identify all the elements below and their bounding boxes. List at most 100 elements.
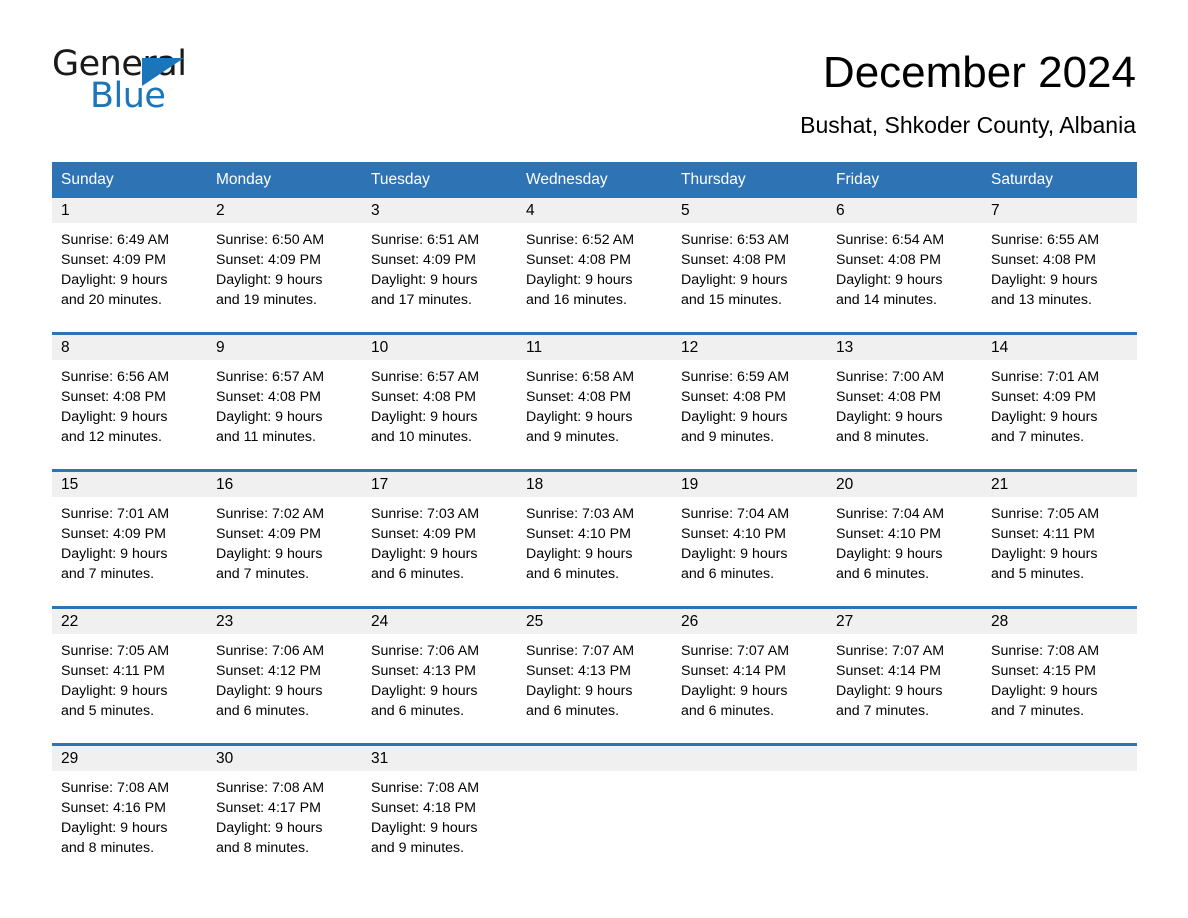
sunset-text: Sunset: 4:08 PM bbox=[836, 389, 941, 405]
calendar-day-cell[interactable]: 22 Sunrise: 7:05 AM Sunset: 4:11 PM Dayligh… bbox=[52, 609, 207, 731]
sunrise-text: Sunrise: 6:54 AM bbox=[836, 232, 945, 248]
daylight-text-line2: and 6 minutes. bbox=[526, 566, 620, 582]
calendar-day-cell[interactable]: 23 Sunrise: 7:06 AM Sunset: 4:12 PM Dayligh… bbox=[207, 609, 362, 731]
day-number-band: 21 bbox=[982, 472, 1137, 497]
day-number: 28 bbox=[991, 613, 1009, 630]
calendar-day-cell[interactable]: 3 Sunrise: 6:51 AM Sunset: 4:09 PM Daylight… bbox=[362, 198, 517, 320]
calendar-day-cell[interactable]: 28 Sunrise: 7:08 AM Sunset: 4:15 PM Dayligh… bbox=[982, 609, 1137, 731]
weekday-header-thursday: Thursday bbox=[681, 171, 746, 188]
sunrise-text: Sunrise: 7:01 AM bbox=[61, 506, 170, 522]
day-number-band: 23 bbox=[207, 609, 362, 634]
sunset-text: Sunset: 4:09 PM bbox=[991, 389, 1096, 405]
calendar-day-cell[interactable]: 9 Sunrise: 6:57 AM Sunset: 4:08 PM Daylight… bbox=[207, 335, 362, 457]
sunrise-text: Sunrise: 7:06 AM bbox=[216, 643, 325, 659]
calendar-day-cell[interactable]: 2 Sunrise: 6:50 AM Sunset: 4:09 PM Daylight… bbox=[207, 198, 362, 320]
sunrise-text: Sunrise: 6:52 AM bbox=[526, 232, 635, 248]
daylight-text-line2: and 20 minutes. bbox=[61, 292, 162, 308]
calendar-day-cell[interactable]: 26 Sunrise: 7:07 AM Sunset: 4:14 PM Dayligh… bbox=[672, 609, 827, 731]
day-details: Sunrise: 7:07 AM Sunset: 4:13 PM Daylight:… bbox=[517, 634, 672, 721]
sunset-text: Sunset: 4:08 PM bbox=[371, 389, 476, 405]
calendar-day-cell[interactable]: 25 Sunrise: 7:07 AM Sunset: 4:13 PM Dayligh… bbox=[517, 609, 672, 731]
calendar-day-cell[interactable]: 18 Sunrise: 7:03 AM Sunset: 4:10 PM Dayligh… bbox=[517, 472, 672, 594]
calendar-day-cell[interactable]: 30 Sunrise: 7:08 AM Sunset: 4:17 PM Dayligh… bbox=[207, 746, 362, 868]
calendar-day-cell[interactable]: 24 Sunrise: 7:06 AM Sunset: 4:13 PM Dayligh… bbox=[362, 609, 517, 731]
calendar-day-cell[interactable]: 6 Sunrise: 6:54 AM Sunset: 4:08 PM Daylight… bbox=[827, 198, 982, 320]
daylight-text-line2: and 9 minutes. bbox=[526, 429, 620, 445]
day-details: Sunrise: 6:58 AM Sunset: 4:08 PM Daylight:… bbox=[517, 360, 672, 447]
calendar-day-cell[interactable]: 19 Sunrise: 7:04 AM Sunset: 4:10 PM Dayligh… bbox=[672, 472, 827, 594]
sunset-text: Sunset: 4:10 PM bbox=[526, 526, 631, 542]
sunrise-text: Sunrise: 7:07 AM bbox=[526, 643, 635, 659]
calendar-day-cell[interactable]: 20 Sunrise: 7:04 AM Sunset: 4:10 PM Dayligh… bbox=[827, 472, 982, 594]
calendar-day-cell[interactable]: 31 Sunrise: 7:08 AM Sunset: 4:18 PM Dayligh… bbox=[362, 746, 517, 868]
logo-text-blue: Blue bbox=[90, 76, 166, 116]
daylight-text-line2: and 10 minutes. bbox=[371, 429, 472, 445]
calendar-table: Sunday Monday Tuesday Wednesday Thursday… bbox=[52, 162, 1137, 868]
day-number-band: 15 bbox=[52, 472, 207, 497]
daylight-text-line1: Daylight: 9 hours bbox=[216, 683, 323, 699]
day-number: 23 bbox=[216, 613, 234, 630]
daylight-text-line2: and 19 minutes. bbox=[216, 292, 317, 308]
calendar-day-cell[interactable]: 8 Sunrise: 6:56 AM Sunset: 4:08 PM Daylight… bbox=[52, 335, 207, 457]
daylight-text-line2: and 6 minutes. bbox=[371, 566, 465, 582]
daylight-text-line2: and 9 minutes. bbox=[681, 429, 775, 445]
daylight-text-line2: and 8 minutes. bbox=[836, 429, 930, 445]
calendar-day-cell[interactable]: 17 Sunrise: 7:03 AM Sunset: 4:09 PM Dayligh… bbox=[362, 472, 517, 594]
day-number: 11 bbox=[526, 339, 543, 356]
daylight-text-line1: Daylight: 9 hours bbox=[61, 820, 168, 836]
calendar-day-cell[interactable]: 16 Sunrise: 7:02 AM Sunset: 4:09 PM Dayligh… bbox=[207, 472, 362, 594]
day-details: Sunrise: 7:06 AM Sunset: 4:12 PM Daylight:… bbox=[207, 634, 362, 721]
sunset-text: Sunset: 4:11 PM bbox=[991, 526, 1095, 542]
sunset-text: Sunset: 4:18 PM bbox=[371, 800, 476, 816]
day-number-band: 20 bbox=[827, 472, 982, 497]
weekday-header-row: Sunday Monday Tuesday Wednesday Thursday… bbox=[52, 162, 1137, 198]
sunset-text: Sunset: 4:17 PM bbox=[216, 800, 321, 816]
calendar-day-cell[interactable]: 12 Sunrise: 6:59 AM Sunset: 4:08 PM Dayligh… bbox=[672, 335, 827, 457]
daylight-text-line1: Daylight: 9 hours bbox=[371, 683, 478, 699]
calendar-day-cell[interactable]: 27 Sunrise: 7:07 AM Sunset: 4:14 PM Dayligh… bbox=[827, 609, 982, 731]
day-number: 21 bbox=[991, 476, 1009, 493]
calendar-day-cell[interactable]: 4 Sunrise: 6:52 AM Sunset: 4:08 PM Daylight… bbox=[517, 198, 672, 320]
sunrise-text: Sunrise: 7:06 AM bbox=[371, 643, 480, 659]
daylight-text-line2: and 7 minutes. bbox=[991, 429, 1085, 445]
calendar-day-cell[interactable]: 11 Sunrise: 6:58 AM Sunset: 4:08 PM Dayligh… bbox=[517, 335, 672, 457]
generalblue-logo[interactable]: General Blue bbox=[52, 44, 202, 116]
day-number-band: 10 bbox=[362, 335, 517, 360]
day-number: 1 bbox=[61, 202, 70, 219]
daylight-text-line2: and 11 minutes. bbox=[216, 429, 316, 445]
sunset-text: Sunset: 4:09 PM bbox=[371, 526, 476, 542]
calendar-day-cell[interactable]: 14 Sunrise: 7:01 AM Sunset: 4:09 PM Dayligh… bbox=[982, 335, 1137, 457]
daylight-text-line2: and 6 minutes. bbox=[681, 703, 775, 719]
day-number: 13 bbox=[836, 339, 854, 356]
daylight-text-line1: Daylight: 9 hours bbox=[216, 409, 323, 425]
daylight-text-line1: Daylight: 9 hours bbox=[216, 272, 323, 288]
sunrise-text: Sunrise: 7:04 AM bbox=[681, 506, 790, 522]
daylight-text-line1: Daylight: 9 hours bbox=[526, 409, 633, 425]
day-details: Sunrise: 7:04 AM Sunset: 4:10 PM Daylight:… bbox=[827, 497, 982, 584]
day-details: Sunrise: 6:50 AM Sunset: 4:09 PM Daylight:… bbox=[207, 223, 362, 310]
calendar-day-cell[interactable]: 5 Sunrise: 6:53 AM Sunset: 4:08 PM Daylight… bbox=[672, 198, 827, 320]
weekday-header-monday: Monday bbox=[216, 171, 272, 188]
calendar-day-cell[interactable]: 21 Sunrise: 7:05 AM Sunset: 4:11 PM Dayligh… bbox=[982, 472, 1137, 594]
day-number: 5 bbox=[681, 202, 690, 219]
day-number-band bbox=[517, 746, 672, 771]
calendar-day-cell[interactable]: 10 Sunrise: 6:57 AM Sunset: 4:08 PM Dayligh… bbox=[362, 335, 517, 457]
day-number-band: 6 bbox=[827, 198, 982, 223]
calendar-day-cell[interactable]: 15 Sunrise: 7:01 AM Sunset: 4:09 PM Dayligh… bbox=[52, 472, 207, 594]
calendar-day-cell[interactable]: 13 Sunrise: 7:00 AM Sunset: 4:08 PM Dayligh… bbox=[827, 335, 982, 457]
day-number-band: 13 bbox=[827, 335, 982, 360]
day-number: 24 bbox=[371, 613, 389, 630]
daylight-text-line2: and 8 minutes. bbox=[216, 840, 310, 856]
day-details: Sunrise: 6:51 AM Sunset: 4:09 PM Daylight:… bbox=[362, 223, 517, 310]
day-details: Sunrise: 7:04 AM Sunset: 4:10 PM Daylight:… bbox=[672, 497, 827, 584]
day-details: Sunrise: 7:08 AM Sunset: 4:16 PM Daylight:… bbox=[52, 771, 207, 858]
daylight-text-line1: Daylight: 9 hours bbox=[371, 546, 478, 562]
weekday-header-tuesday: Tuesday bbox=[371, 171, 430, 188]
calendar-day-cell[interactable]: 7 Sunrise: 6:55 AM Sunset: 4:08 PM Daylight… bbox=[982, 198, 1137, 320]
calendar-day-cell[interactable]: 1 Sunrise: 6:49 AM Sunset: 4:09 PM Daylight… bbox=[52, 198, 207, 320]
sunset-text: Sunset: 4:08 PM bbox=[526, 252, 631, 268]
daylight-text-line2: and 8 minutes. bbox=[61, 840, 155, 856]
calendar-day-cell[interactable]: 29 Sunrise: 7:08 AM Sunset: 4:16 PM Dayligh… bbox=[52, 746, 207, 868]
day-number-band: 9 bbox=[207, 335, 362, 360]
daylight-text-line1: Daylight: 9 hours bbox=[61, 683, 168, 699]
